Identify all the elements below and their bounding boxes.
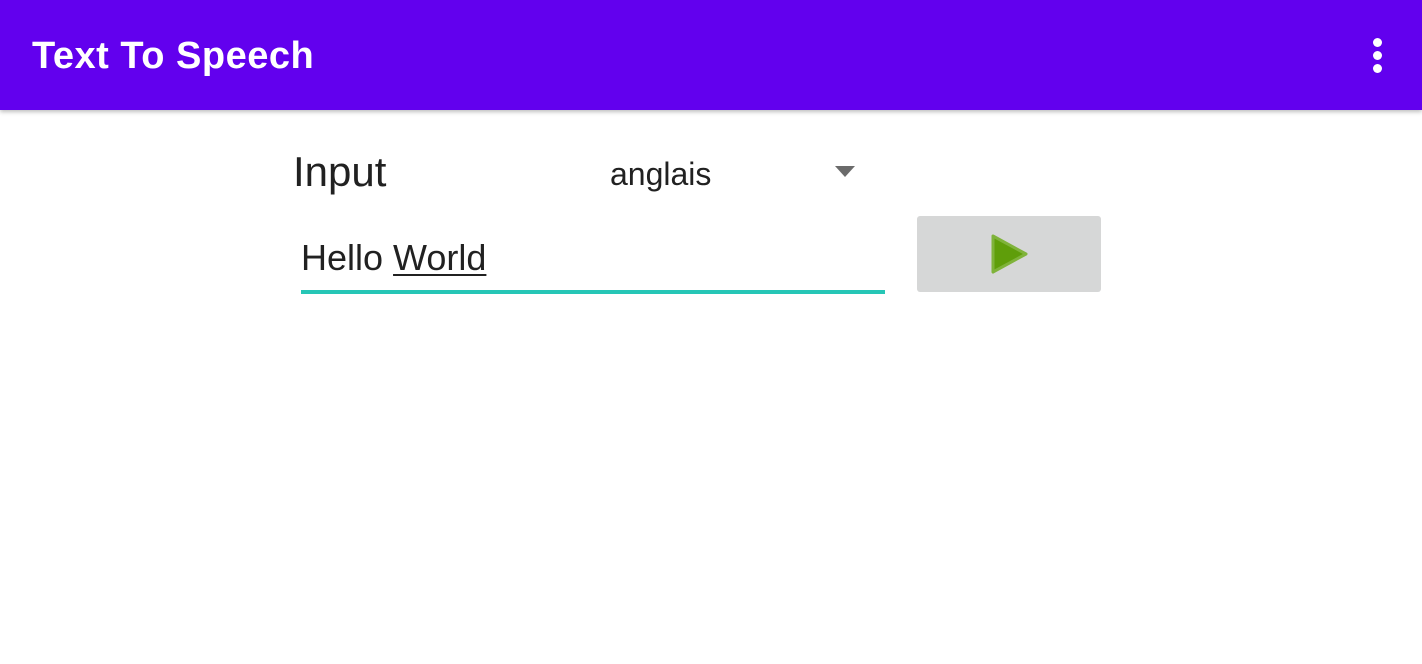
menu-dot bbox=[1373, 51, 1382, 60]
more-vert-icon[interactable] bbox=[1358, 30, 1398, 80]
input-label: Input bbox=[293, 148, 387, 195]
text-input-value-part2: World bbox=[393, 237, 487, 278]
app-title: Text To Speech bbox=[32, 35, 315, 77]
menu-dot bbox=[1373, 38, 1382, 47]
language-selected-value: anglais bbox=[610, 156, 712, 192]
text-input-value-part1: Hello bbox=[301, 237, 394, 278]
menu-dot bbox=[1373, 64, 1382, 73]
play-icon bbox=[991, 234, 1028, 274]
dropdown-arrow-icon bbox=[835, 166, 855, 177]
text-input-field[interactable]: Hello World bbox=[301, 228, 885, 294]
text-input-value: Hello World bbox=[301, 238, 486, 278]
main-content: Input anglais Hello World bbox=[0, 110, 1422, 664]
app-bar: Text To Speech bbox=[0, 0, 1422, 110]
play-button[interactable] bbox=[917, 216, 1101, 292]
language-spinner[interactable]: anglais bbox=[600, 148, 870, 196]
